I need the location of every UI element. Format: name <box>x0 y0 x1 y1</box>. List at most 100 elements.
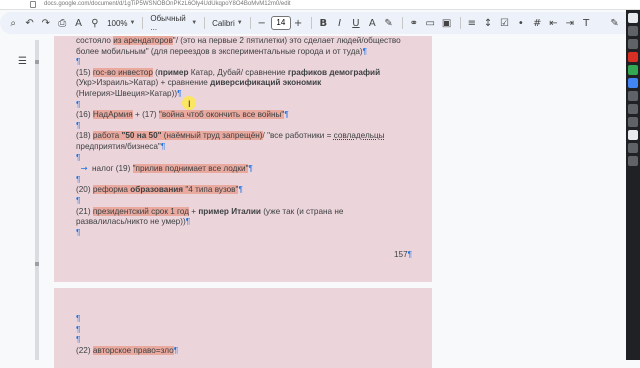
clear-format-icon[interactable]: T <box>579 15 593 31</box>
cursor-icon[interactable] <box>628 26 638 36</box>
grid-icon[interactable] <box>628 143 638 153</box>
text-segment: (18) <box>76 131 93 141</box>
italic-icon[interactable]: I <box>332 15 346 31</box>
checklist-icon[interactable]: ☑ <box>497 15 511 31</box>
annotation-toolbar <box>626 10 640 360</box>
text-segment-bold: графиков демографий <box>287 67 381 77</box>
text-segment-bold: пример Италии <box>198 206 261 216</box>
text-line[interactable]: → налог (19) "прилив поднимает все лодки"… <box>76 163 416 175</box>
underline-icon[interactable]: U <box>349 15 363 31</box>
text-line[interactable]: ¶ <box>76 325 416 336</box>
indent-decrease-icon[interactable]: ⇤ <box>546 15 560 31</box>
text-segment: пример Италии <box>198 207 261 216</box>
line-spacing-icon[interactable]: ↕ <box>481 15 495 31</box>
text-line[interactable]: ¶ <box>76 121 416 132</box>
address-bar[interactable]: docs.google.com/document/d/1gTiP5WSNOBOn… <box>0 0 640 10</box>
text-segment: (21) <box>76 206 93 216</box>
text-tool-icon[interactable] <box>628 91 638 101</box>
pilcrow: ¶ <box>248 164 253 174</box>
edit-pencil-icon[interactable]: ✎ <box>607 15 621 31</box>
green-color-icon[interactable] <box>628 65 638 75</box>
bold-icon[interactable]: B <box>316 15 330 31</box>
text-segment: + <box>188 206 199 216</box>
pilcrow: ¶ <box>76 314 81 323</box>
text-segment: "50 на 50" <box>121 131 162 141</box>
text-segment: (Укр>Израиль>Катар) + сравнение <box>76 78 211 88</box>
bullet-list-icon[interactable]: • <box>514 15 528 31</box>
eraser-icon[interactable] <box>628 130 638 140</box>
text-segment: образования <box>130 185 184 195</box>
redo-icon[interactable]: ↷ <box>39 15 53 31</box>
marker-icon[interactable] <box>628 39 638 49</box>
text-line[interactable]: (15) гос-во инвестор (пример Катар, Дуба… <box>76 67 416 79</box>
chevron-down-icon: ▼ <box>191 20 198 26</box>
text-segment: президентский срок 1 год <box>92 206 189 216</box>
text-cursor-icon: I <box>188 99 191 109</box>
text-line[interactable]: ¶ <box>76 196 416 207</box>
text-line[interactable]: (21) президентский срок 1 год + пример И… <box>76 206 416 218</box>
text-line[interactable]: (16) НадАрмия + (17) "война чтоб окончит… <box>76 110 416 121</box>
image-icon[interactable]: ▣ <box>439 15 453 31</box>
text-line[interactable]: (Укр>Израиль>Катар) + сравнение диверсиф… <box>76 78 416 89</box>
text-line[interactable]: (Нигерия>Швеция>Катар))¶ <box>76 89 416 100</box>
text-line[interactable]: состояло из арендаторов"/ (это на первые… <box>76 36 416 47</box>
docs-toolbar: ⌕ ↶ ↷ ⎙ A ⚲ 100% ▼ Обычный ... ▼ Calibri ▼ … <box>0 12 640 34</box>
spellcheck-icon[interactable]: A <box>71 15 85 31</box>
page-body[interactable]: состояло из арендаторов"/ (это на первые… <box>76 36 416 238</box>
text-segment: "прилив поднимает все лодки" <box>132 164 249 174</box>
ruler-marker[interactable] <box>35 60 39 64</box>
text-line[interactable]: развалилась/никто не умер))¶ <box>76 217 416 228</box>
increase-font-icon[interactable]: + <box>291 15 305 31</box>
text-line[interactable]: ¶ <box>76 228 416 239</box>
text-segment: совладельцы <box>333 131 385 141</box>
text-segment: (22) <box>76 345 93 355</box>
text-segment: / "все работники = <box>262 131 334 141</box>
text-line[interactable]: (20) реформа образования "4 типа вузов"¶ <box>76 185 416 196</box>
indent-increase-icon[interactable]: ⇥ <box>563 15 577 31</box>
text-segment: "/ (это на первые 2 пятилетки) это сдела… <box>172 36 401 45</box>
shape-tool-icon[interactable] <box>628 104 638 114</box>
page-body[interactable]: ¶ ¶ ¶ (22) авторское право=зло¶ <box>76 314 416 356</box>
document-page[interactable]: ¶ ¶ ¶ (22) авторское право=зло¶ <box>54 288 432 368</box>
font-value: Calibri <box>212 18 235 28</box>
paint-format-icon[interactable]: ⚲ <box>88 15 102 31</box>
style-select[interactable]: Обычный ... ▼ <box>147 14 200 32</box>
ruler-marker[interactable] <box>35 262 39 266</box>
font-size-input[interactable]: 14 <box>270 16 291 30</box>
undo-icon[interactable]: ↶ <box>22 15 36 31</box>
text-line[interactable]: ¶ <box>76 175 416 186</box>
search-icon[interactable]: ⌕ <box>6 15 20 31</box>
text-line[interactable]: ¶ <box>76 335 416 346</box>
text-line[interactable]: ¶ <box>76 153 416 164</box>
text-line[interactable]: (22) авторское право=зло¶ <box>76 345 416 357</box>
text-line[interactable]: ¶ <box>76 314 416 325</box>
text-segment-bold: пример <box>157 67 189 77</box>
text-color-icon[interactable]: A <box>365 15 379 31</box>
blue-color-icon[interactable] <box>628 78 638 88</box>
comment-icon[interactable]: ▭ <box>423 15 437 31</box>
text-line[interactable]: ¶ <box>76 100 416 111</box>
text-line[interactable]: (18) работа "50 на 50" (наёмный труд зап… <box>76 131 416 142</box>
font-select[interactable]: Calibri ▼ <box>209 15 246 31</box>
text-segment: (наёмный труд запрещён) <box>161 131 263 141</box>
red-color-icon[interactable] <box>628 52 638 62</box>
align-icon[interactable]: ≡ <box>465 15 479 31</box>
outline-icon[interactable]: ☰ <box>18 56 27 67</box>
text-segment: развалилась/никто не умер)) <box>76 217 186 227</box>
decrease-font-icon[interactable]: − <box>255 15 269 31</box>
print-icon[interactable]: ⎙ <box>55 15 69 31</box>
document-page[interactable]: состояло из арендаторов"/ (это на первые… <box>54 36 432 282</box>
highlight-icon[interactable]: ✎ <box>381 15 395 31</box>
text-line[interactable]: ¶ <box>76 57 416 68</box>
pen-icon[interactable] <box>628 13 638 23</box>
text-line[interactable]: предприятия/бизнеса"¶ <box>76 142 416 153</box>
zoom-select[interactable]: 100% ▼ <box>104 15 138 31</box>
close-icon[interactable] <box>628 156 638 166</box>
text-line[interactable]: более мобильным" (для переездов в экспер… <box>76 47 416 58</box>
text-segment: реформа <box>92 185 131 195</box>
link-icon[interactable]: ⚭ <box>407 15 421 31</box>
text-segment: графиков демографий <box>288 68 380 77</box>
text-segment: "4 типа вузов" <box>183 185 239 195</box>
numbered-list-icon[interactable]: # <box>530 15 544 31</box>
line-tool-icon[interactable] <box>628 117 638 127</box>
